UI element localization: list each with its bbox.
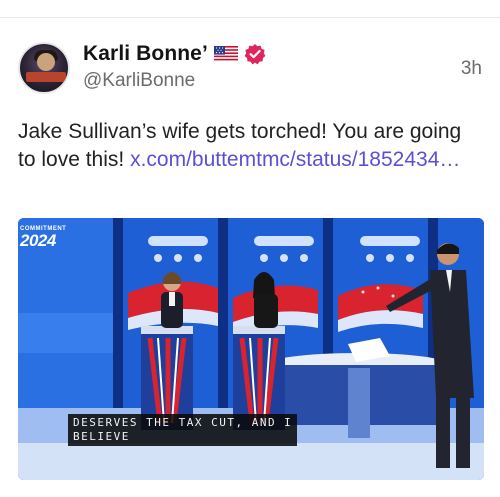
verified-badge-icon bbox=[244, 43, 266, 65]
us-flag-icon bbox=[213, 46, 238, 62]
caption-line-2: BELIEVE bbox=[73, 430, 130, 443]
event-logo: COMMITMENT 2024 bbox=[20, 226, 66, 249]
event-logo-year: 2024 bbox=[20, 231, 56, 250]
author-name-row: Karli Bonne’ bbox=[83, 40, 266, 68]
post-body: Jake Sullivan’s wife gets torched! You a… bbox=[18, 118, 484, 174]
author-display-name[interactable]: Karli Bonne’ bbox=[83, 42, 208, 66]
caption-line-1: DESERVES THE TAX CUT, AND I bbox=[73, 416, 293, 429]
profile-avatar[interactable] bbox=[18, 42, 70, 94]
video-caption: DESERVES THE TAX CUT, AND I BELIEVE bbox=[68, 414, 298, 446]
post-timestamp[interactable]: 3h bbox=[461, 58, 482, 80]
video-media[interactable]: COMMITMENT 2024 DESERVES THE TAX CUT, AN… bbox=[18, 218, 484, 480]
post-card[interactable]: Karli Bonne’ @KarliBonne 3h Jake Sulliva… bbox=[0, 0, 500, 480]
author-handle[interactable]: @KarliBonne bbox=[83, 70, 195, 92]
post-link[interactable]: x.com/buttemtmc/status/1852434… bbox=[130, 148, 460, 171]
